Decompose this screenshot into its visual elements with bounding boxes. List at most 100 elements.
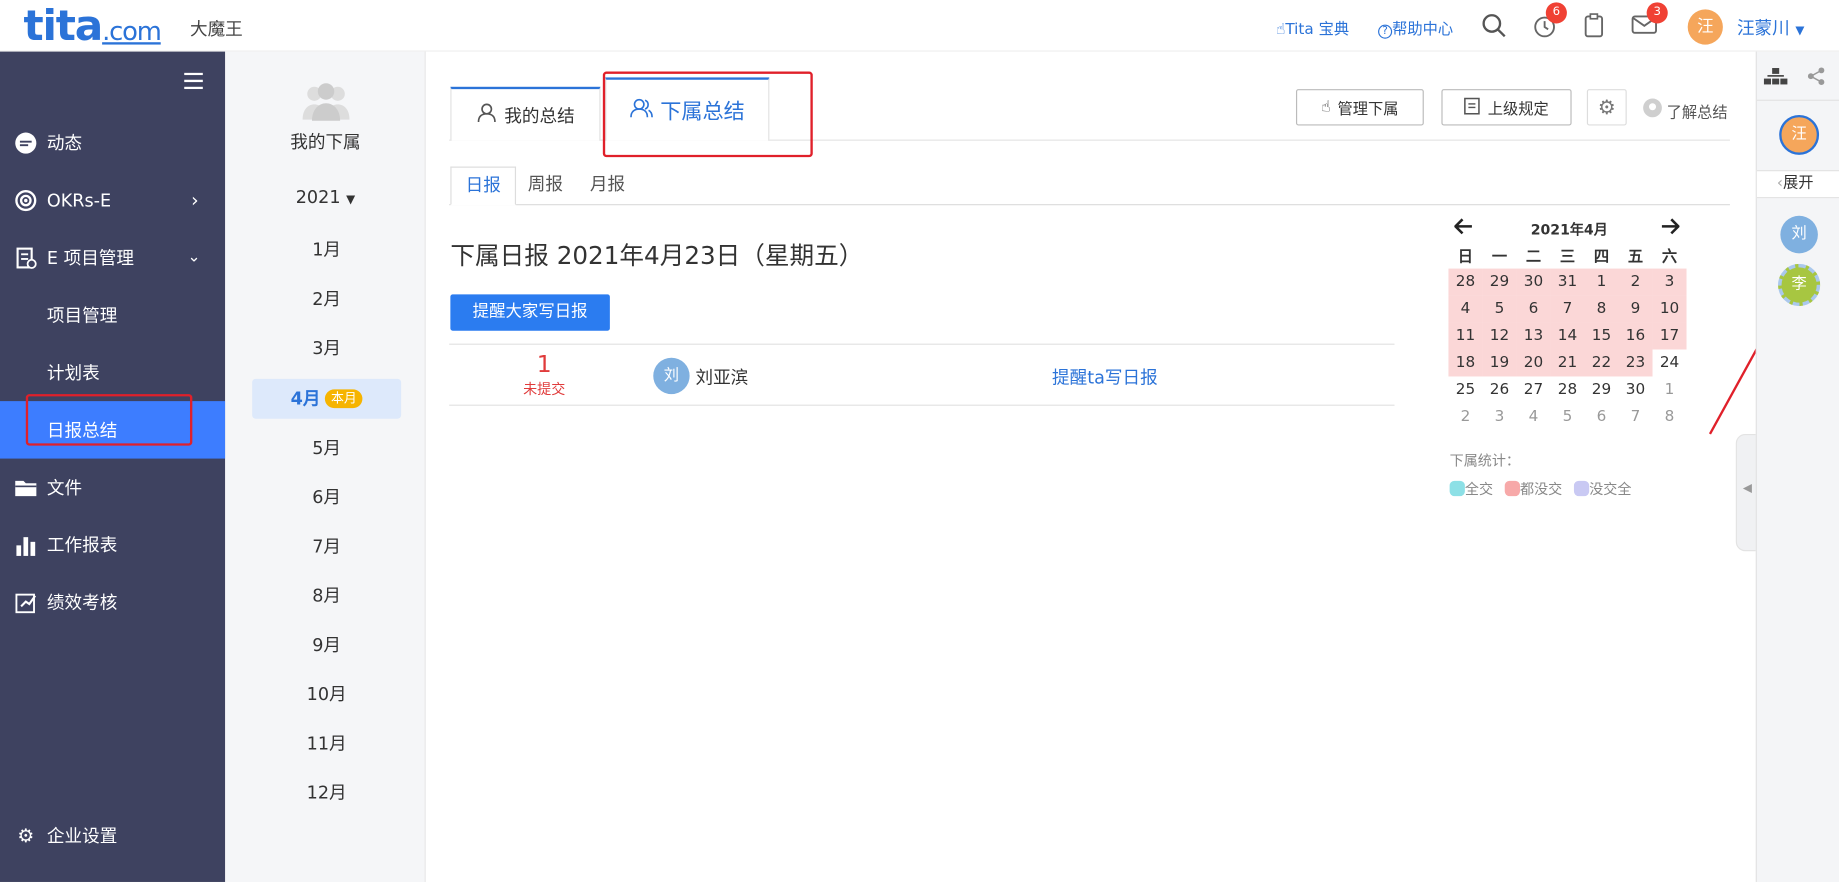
subordinate-avatar[interactable]: 李 <box>1778 263 1821 307</box>
calendar-day[interactable]: 23 <box>1618 349 1653 377</box>
user-avatar[interactable]: 汪 <box>1687 9 1723 45</box>
subordinate-avatar[interactable]: 刘 <box>1780 215 1818 254</box>
panel-collapse-handle[interactable]: ◀ <box>1735 433 1757 552</box>
calendar-day[interactable]: 4 <box>1516 403 1550 430</box>
manage-subordinates-button[interactable]: ☝ 管理下属 <box>1295 89 1424 126</box>
calendar-day[interactable]: 3 <box>1482 403 1516 430</box>
sidebar-item-project-manage[interactable]: 项目管理 <box>0 286 225 343</box>
calendar-day[interactable]: 29 <box>1482 268 1517 296</box>
unsubmitted-count: 1 <box>536 349 552 378</box>
sidebar-item-performance[interactable]: 绩效考核 <box>0 574 225 631</box>
tab-my-summary[interactable]: 我的总结 <box>450 86 601 141</box>
month-item[interactable]: 1月 <box>252 230 401 270</box>
superior-rules-button[interactable]: 上级规定 <box>1441 89 1572 126</box>
month-item[interactable]: 11月 <box>252 724 401 764</box>
month-item[interactable]: 12月 <box>252 773 401 813</box>
tita-logo[interactable]: tita.com <box>23 2 161 50</box>
calendar-day[interactable]: 21 <box>1550 349 1585 377</box>
weekday-label: 一 <box>1491 248 1508 267</box>
calendar-day[interactable]: 15 <box>1584 322 1619 350</box>
calendar-day[interactable]: 14 <box>1550 322 1585 350</box>
calendar-day[interactable]: 30 <box>1619 376 1653 403</box>
month-item[interactable]: 3月 <box>252 328 401 368</box>
settings-button[interactable]: ⚙ <box>1586 89 1627 126</box>
calendar-day[interactable]: 7 <box>1550 295 1585 323</box>
calendar-day[interactable]: 16 <box>1618 322 1653 350</box>
calendar-day[interactable]: 13 <box>1516 322 1551 350</box>
calendar-day[interactable]: 10 <box>1652 295 1687 323</box>
sidebar-item-feed[interactable]: 动态 <box>0 114 225 171</box>
weekday-label: 四 <box>1593 248 1610 267</box>
tab-daily[interactable]: 日报 <box>450 166 517 206</box>
menu-toggle-icon[interactable] <box>184 72 203 94</box>
calendar-day[interactable]: 28 <box>1448 268 1483 296</box>
remind-all-button[interactable]: 提醒大家写日报 <box>450 294 610 331</box>
calendar-day[interactable]: 18 <box>1448 349 1483 377</box>
year-select[interactable]: 2021 ▼ <box>225 186 426 207</box>
calendar-day[interactable]: 8 <box>1584 295 1619 323</box>
calendar-day-today[interactable]: 24 <box>1653 350 1687 377</box>
sidebar-item-project[interactable]: E 项目管理 ⌄ <box>0 229 225 286</box>
tita-guide-link[interactable]: ☝Tita 宝典 <box>1276 16 1349 39</box>
my-avatar[interactable]: 汪 <box>1779 114 1820 155</box>
month-item-current[interactable]: 4月 本月 <box>252 378 402 419</box>
calendar-day[interactable]: 8 <box>1653 403 1687 430</box>
month-item[interactable]: 9月 <box>252 625 401 665</box>
month-item[interactable]: 2月 <box>252 279 401 319</box>
user-menu[interactable]: 汪蒙川 ▼ <box>1737 15 1804 40</box>
calendar-day[interactable]: 17 <box>1652 322 1687 350</box>
sidebar-item-plan[interactable]: 计划表 <box>0 344 225 401</box>
calendar-day[interactable]: 22 <box>1584 349 1619 377</box>
calendar-day[interactable]: 11 <box>1448 322 1483 350</box>
month-item[interactable]: 7月 <box>252 527 401 567</box>
calendar-day[interactable]: 1 <box>1653 376 1687 403</box>
calendar-day[interactable]: 31 <box>1550 268 1585 296</box>
calendar-day[interactable]: 19 <box>1482 349 1517 377</box>
calendar-day[interactable]: 5 <box>1550 403 1584 430</box>
help-center-link[interactable]: ? 帮助中心 <box>1378 16 1453 39</box>
org-chart-icon[interactable] <box>1763 67 1789 90</box>
expand-button[interactable]: ‹展开 <box>1756 170 1839 199</box>
calendar-day[interactable]: 26 <box>1482 376 1516 403</box>
calendar-day[interactable]: 7 <box>1619 403 1653 430</box>
hand-icon: ☝ <box>1276 21 1286 39</box>
calendar-day[interactable]: 6 <box>1516 295 1551 323</box>
calendar-day[interactable]: 27 <box>1516 376 1550 403</box>
tab-weekly[interactable]: 周报 <box>514 167 577 206</box>
calendar-day[interactable]: 28 <box>1550 376 1584 403</box>
calendar-day[interactable]: 2 <box>1618 268 1653 296</box>
sidebar-item-reports[interactable]: 工作报表 <box>0 516 225 573</box>
person-avatar[interactable]: 刘 <box>653 357 690 395</box>
clipboard-icon[interactable] <box>1581 12 1607 45</box>
alarm-icon[interactable]: 6 <box>1531 2 1567 45</box>
calendar-day[interactable]: 1 <box>1584 268 1619 296</box>
month-item[interactable]: 5月 <box>252 428 401 468</box>
row-divider <box>449 404 1395 406</box>
learn-summary-link[interactable]: 了解总结 <box>1642 97 1728 123</box>
month-item[interactable]: 6月 <box>252 477 401 517</box>
tab-monthly[interactable]: 月报 <box>576 167 639 206</box>
calendar-day[interactable]: 2 <box>1448 403 1482 430</box>
calendar-day[interactable]: 25 <box>1448 376 1482 403</box>
calendar-day[interactable]: 20 <box>1516 349 1551 377</box>
mail-icon[interactable]: 3 <box>1630 2 1668 41</box>
month-item[interactable]: 10月 <box>252 674 401 714</box>
sidebar-item-files[interactable]: 文件 <box>0 459 225 516</box>
search-icon[interactable] <box>1480 12 1508 45</box>
calendar-day[interactable]: 29 <box>1584 376 1618 403</box>
calendar-day[interactable]: 9 <box>1618 295 1653 323</box>
calendar-day[interactable]: 5 <box>1482 295 1517 323</box>
calendar-day[interactable]: 4 <box>1448 295 1483 323</box>
next-month-arrow-icon[interactable] <box>1661 218 1681 239</box>
calendar-day[interactable]: 30 <box>1516 268 1551 296</box>
month-item[interactable]: 8月 <box>252 576 401 616</box>
sidebar-item-settings[interactable]: ⚙ 企业设置 <box>0 807 225 864</box>
calendar-day[interactable]: 6 <box>1584 403 1618 430</box>
calendar-day[interactable]: 12 <box>1482 322 1517 350</box>
person-name[interactable]: 刘亚滨 <box>695 365 748 390</box>
remind-person-link[interactable]: 提醒ta写日报 <box>1052 365 1158 390</box>
caret-down-icon: ▼ <box>1795 24 1805 38</box>
calendar-day[interactable]: 3 <box>1652 268 1687 296</box>
sidebar-item-okrs[interactable]: OKRs-E › <box>0 171 225 228</box>
share-icon[interactable] <box>1807 67 1826 90</box>
